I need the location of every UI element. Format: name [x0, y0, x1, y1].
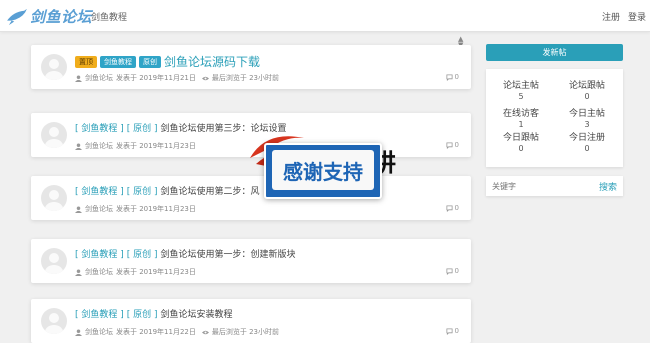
comment-icon: [446, 204, 453, 212]
post-date: 发表于 2019年11月22日: [116, 328, 196, 336]
site-logo[interactable]: 剑鱼论坛: [6, 6, 92, 27]
post-title[interactable]: 剑鱼论坛源码下载: [164, 53, 260, 70]
user-icon: [75, 268, 82, 276]
reply-count: 0: [446, 141, 459, 149]
category-badge[interactable]: 剑鱼教程: [100, 55, 136, 68]
comment-icon: [446, 267, 453, 275]
post-date: 发表于 2019年11月23日: [116, 268, 196, 276]
post-card[interactable]: [ 剑鱼教程 ] [ 原创 ] 剑鱼论坛使用第一步：创建新版块 剑鱼论坛 发表于…: [31, 239, 471, 283]
avatar: [41, 308, 67, 334]
stat-label: 论坛主帖: [502, 81, 539, 91]
user-icon: [75, 74, 82, 82]
stat-today-registrations: 今日注册 0: [554, 133, 620, 154]
category-tag[interactable]: [ 剑鱼教程 ]: [75, 184, 124, 197]
stat-online-visitors: 在线访客 1: [488, 109, 554, 130]
reply-count: 0: [446, 204, 459, 212]
reply-count: 0: [446, 267, 459, 275]
category-tag[interactable]: [ 剑鱼教程 ]: [75, 307, 124, 320]
reply-count: 0: [446, 73, 459, 81]
stat-value: 5: [518, 92, 524, 101]
logo-text: 剑鱼论坛: [30, 8, 93, 26]
search-button[interactable]: 搜索: [599, 180, 617, 193]
stat-total-replies: 论坛跟帖 0: [554, 81, 620, 102]
swordfish-icon: [7, 8, 27, 25]
stat-today-posts: 今日主帖 3: [554, 109, 620, 130]
login-link[interactable]: 登录: [628, 10, 646, 23]
post-author[interactable]: 剑鱼论坛: [85, 73, 113, 83]
new-post-button[interactable]: 发新帖: [486, 44, 623, 61]
reply-count-value: 0: [454, 327, 459, 335]
register-link[interactable]: 注册: [602, 10, 620, 23]
user-icon: [75, 205, 82, 213]
stat-total-posts: 论坛主帖 5: [488, 81, 554, 102]
search-box: 搜索: [486, 176, 623, 196]
top-navbar: 剑鱼论坛 剑鱼教程 注册 登录: [0, 0, 650, 32]
stat-label: 今日注册: [568, 133, 605, 143]
post-last-view: 最后浏览于 23小时前: [211, 328, 279, 336]
eye-icon: [201, 76, 209, 80]
stat-label: 今日跟帖: [502, 133, 539, 143]
original-badge[interactable]: 原创: [139, 55, 161, 68]
post-card[interactable]: 置顶 剑鱼教程 原创 剑鱼论坛源码下载 剑鱼论坛 发表于 2019年11月21日…: [31, 45, 471, 89]
thanks-banner-text: 感谢支持: [272, 150, 374, 190]
comment-icon: [446, 73, 453, 81]
post-title[interactable]: 剑鱼论坛使用第二步：风: [161, 184, 260, 197]
nav-tutorial-link[interactable]: 剑鱼教程: [91, 10, 127, 23]
pinned-badge: 置顶: [75, 55, 97, 68]
post-title[interactable]: 剑鱼论坛使用第一步：创建新版块: [161, 247, 296, 260]
stat-value: 0: [584, 144, 590, 153]
category-tag[interactable]: [ 剑鱼教程 ]: [75, 247, 124, 260]
category-tag[interactable]: [ 剑鱼教程 ]: [75, 121, 124, 134]
stat-value: 3: [584, 120, 590, 129]
reply-count: 0: [446, 327, 459, 335]
post-author[interactable]: 剑鱼论坛: [85, 141, 113, 151]
reply-count-value: 0: [454, 267, 459, 275]
original-tag[interactable]: [ 原创 ]: [127, 247, 158, 260]
search-input[interactable]: [492, 180, 592, 192]
avatar: [41, 122, 67, 148]
post-date: 发表于 2019年11月23日: [116, 142, 196, 150]
stat-label: 论坛跟帖: [568, 81, 605, 91]
stat-value: 1: [518, 120, 524, 129]
post-author[interactable]: 剑鱼论坛: [85, 327, 113, 337]
post-title[interactable]: 剑鱼论坛安装教程: [161, 307, 233, 320]
original-tag[interactable]: [ 原创 ]: [127, 307, 158, 320]
post-author[interactable]: 剑鱼论坛: [85, 204, 113, 214]
user-icon: [75, 328, 82, 336]
avatar: [41, 54, 67, 80]
stat-label: 在线访客: [502, 109, 539, 119]
original-tag[interactable]: [ 原创 ]: [127, 184, 158, 197]
post-card[interactable]: [ 剑鱼教程 ] [ 原创 ] 剑鱼论坛安装教程 剑鱼论坛 发表于 2019年1…: [31, 299, 471, 343]
reply-count-value: 0: [454, 141, 459, 149]
avatar: [41, 185, 67, 211]
eye-icon: [201, 330, 209, 334]
post-date: 发表于 2019年11月21日: [116, 74, 196, 82]
stat-value: 0: [584, 92, 590, 101]
stat-label: 今日主帖: [568, 109, 605, 119]
user-icon: [75, 142, 82, 150]
reply-count-value: 0: [454, 204, 459, 212]
stat-value: 0: [518, 144, 524, 153]
stat-today-replies: 今日跟帖 0: [488, 133, 554, 154]
post-author[interactable]: 剑鱼论坛: [85, 267, 113, 277]
comment-icon: [446, 327, 453, 335]
forum-stats-panel: 论坛主帖 5 论坛跟帖 0 在线访客 1 今日主帖 3 今日跟帖 0 今日注册 …: [486, 69, 623, 167]
comment-icon: [446, 141, 453, 149]
post-date: 发表于 2019年11月23日: [116, 205, 196, 213]
reply-count-value: 0: [454, 73, 459, 81]
thanks-banner: 感谢支持: [264, 143, 382, 199]
post-card[interactable]: [ 剑鱼教程 ] [ 原创 ] 剑鱼论坛使用第二步：风 剑鱼论坛 发表于 201…: [31, 176, 471, 220]
post-last-view: 最后浏览于 23小时前: [211, 74, 279, 82]
avatar: [41, 248, 67, 274]
original-tag[interactable]: [ 原创 ]: [127, 121, 158, 134]
